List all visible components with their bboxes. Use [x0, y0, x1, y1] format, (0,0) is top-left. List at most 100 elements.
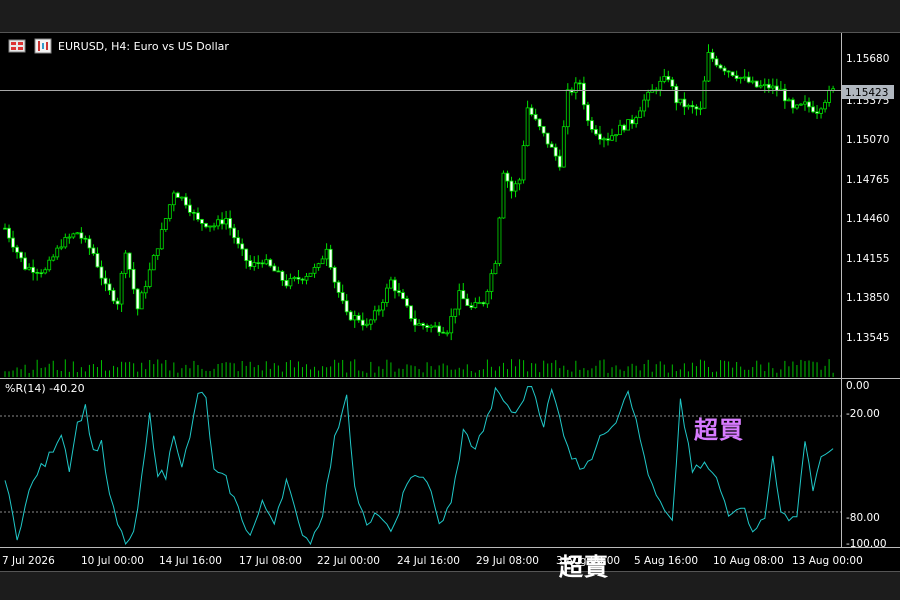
candle-body [192, 212, 196, 214]
candle-body [252, 262, 257, 267]
candle-body [795, 104, 799, 109]
candle-body [441, 331, 446, 334]
candle-body [421, 323, 425, 326]
chart-type-icon[interactable] [34, 38, 52, 54]
candle-body [827, 89, 831, 103]
candle-body [397, 290, 401, 294]
candle-body [79, 232, 84, 239]
candle-body [280, 271, 285, 281]
candle-body [7, 227, 11, 239]
candle-body [718, 64, 723, 69]
candle-body [473, 302, 478, 308]
candle-body [662, 75, 667, 82]
candle-body [159, 229, 164, 250]
indicator-level-label: -100.00 [846, 538, 887, 550]
candle-body [642, 99, 647, 112]
candle-body [111, 289, 116, 302]
candlestick-series [3, 44, 836, 341]
time-tick-label: 10 Jul 00:00 [81, 555, 144, 567]
candle-body [328, 248, 333, 268]
candle-body [465, 298, 470, 306]
candle-body [51, 256, 56, 261]
candle-body [332, 267, 337, 283]
candle-body [437, 325, 442, 333]
candle-body [811, 106, 815, 113]
candle-body [188, 204, 192, 213]
candle-body [594, 129, 598, 135]
candle-body [264, 259, 269, 265]
candle-body [27, 266, 32, 270]
candle-body [248, 260, 253, 267]
candle-body [208, 225, 212, 228]
candle-body [308, 272, 313, 277]
candle-body [99, 266, 104, 279]
candle-body [171, 192, 176, 206]
candle-body [356, 315, 361, 321]
candle-body [67, 236, 72, 239]
candle-body [163, 218, 168, 230]
volume-bars [4, 359, 834, 377]
candle-body [232, 227, 237, 239]
candle-body [143, 286, 148, 294]
candle-body [23, 257, 28, 270]
candle-body [87, 238, 92, 249]
candle-body [549, 143, 554, 148]
candle-body [770, 85, 775, 89]
candle-body [702, 80, 707, 109]
candle-body [590, 120, 594, 130]
candle-body [469, 305, 474, 308]
chart-menu-icon[interactable] [8, 39, 26, 53]
candle-body [131, 268, 136, 290]
chart-canvas[interactable]: EURUSD, H4: Euro vs US Dollar 1.15680 1.… [0, 33, 900, 571]
candle-body [433, 325, 438, 328]
candle-body [59, 246, 64, 249]
candle-body [758, 85, 763, 88]
candle-body [658, 80, 663, 91]
candle-body [11, 237, 15, 248]
candle-body [296, 277, 301, 280]
candle-body [626, 119, 630, 131]
candle-body [766, 83, 771, 89]
candle-body [561, 126, 566, 168]
candle-body [35, 272, 40, 274]
candle-body [372, 310, 377, 321]
price-tick-label: 1.15070 [846, 134, 889, 146]
candle-body [746, 76, 751, 83]
candle-body [260, 262, 265, 265]
candle-body [734, 75, 739, 79]
candle-body [686, 104, 691, 108]
candle-body [384, 287, 389, 303]
candle-body [803, 101, 807, 105]
candle-body [228, 218, 233, 229]
time-tick-label: 22 Jul 00:00 [317, 555, 380, 567]
candle-body [316, 263, 321, 268]
current-price-tag: 1.15423 [842, 85, 894, 99]
candle-body [389, 279, 393, 289]
candle-body [557, 155, 562, 168]
candle-body [807, 101, 811, 108]
candle-body [236, 237, 241, 245]
candle-body [360, 319, 365, 326]
time-tick-label: 24 Jul 16:00 [397, 555, 460, 567]
candle-body [376, 309, 381, 312]
chart-window[interactable]: EURUSD, H4: Euro vs US Dollar 1.15680 1.… [0, 32, 900, 581]
candle-body [340, 292, 345, 302]
candle-body [787, 99, 791, 102]
overbought-annotation: 超買 [694, 416, 744, 444]
indicator-level-label: -80.00 [846, 512, 880, 524]
candle-body [352, 315, 357, 321]
candle-body [553, 146, 558, 157]
time-axis: 7 Jul 2026 10 Jul 00:00 14 Jul 16:00 17 … [2, 555, 863, 567]
candle-body [220, 219, 224, 225]
candle-body [618, 124, 622, 136]
candle-body [678, 98, 683, 104]
candle-body [750, 80, 755, 83]
candle-body [284, 280, 289, 287]
price-tick-label: 1.13850 [846, 292, 889, 304]
candle-body [425, 325, 430, 328]
candle-body [413, 318, 417, 326]
candle-body [610, 135, 614, 141]
candle-body [449, 316, 454, 334]
candle-body [368, 319, 373, 325]
candle-body [819, 108, 823, 114]
